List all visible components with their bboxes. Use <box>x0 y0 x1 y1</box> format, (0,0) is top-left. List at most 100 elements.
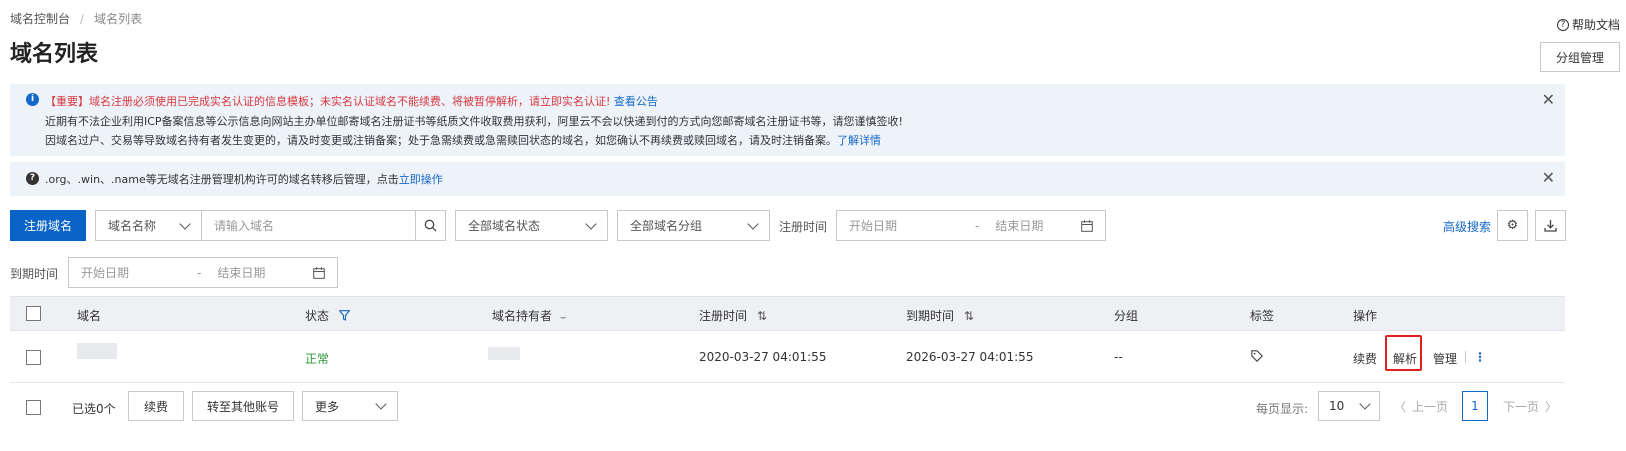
page-size-select[interactable]: 10 <box>1318 391 1380 421</box>
notice-important: i 【重要】域名注册必须使用已完成实名认证的信息模板；未实名认证域名不能续费、将… <box>10 84 1565 156</box>
select-all-checkbox[interactable] <box>26 306 41 321</box>
notice-transfer-text: .org、.win、.name等无域名注册管理机构许可的域名转移后管理，点击 <box>45 173 399 186</box>
footer-select-all-checkbox[interactable] <box>26 400 41 415</box>
table-header: 域名 状态 域名持有者 ⌣ 注册时间 ⇅ 到期时间 ⇅ 分组 标签 操作 <box>10 296 1565 331</box>
more-select-label: 更多 <box>315 399 340 414</box>
search-icon <box>424 219 437 232</box>
filter-icon[interactable] <box>338 310 351 321</box>
row-checkbox[interactable] <box>26 350 41 365</box>
chevron-left-icon: 〈 <box>1394 400 1407 414</box>
action-divider <box>1465 351 1466 363</box>
notice-transfer: ? .org、.win、.name等无域名注册管理机构许可的域名转移后管理，点击… <box>10 162 1565 196</box>
reg-time-value: 2020-03-27 04:01:55 <box>699 350 827 364</box>
expire-time-label: 到期时间 <box>10 267 59 281</box>
next-page-label: 下一页 <box>1503 400 1540 414</box>
col-group: 分组 <box>1114 309 1139 323</box>
group-manage-button[interactable]: 分组管理 <box>1540 42 1620 72</box>
breadcrumb-separator: / <box>80 12 85 26</box>
breadcrumb: 域名控制台 / 域名列表 <box>10 10 142 27</box>
tag-icon[interactable] <box>1251 350 1263 362</box>
expire-time-value: 2026-03-27 04:01:55 <box>906 350 1034 364</box>
search-field-select-value: 域名名称 <box>108 219 157 233</box>
close-icon[interactable]: ✕ <box>1542 170 1555 186</box>
domain-search-input[interactable]: 请输入域名 <box>201 210 416 241</box>
notice-line-3-text: 因域名过户、交易等导致域名持有者发生变更的，请及时变更或注销备案；处于急需续费或… <box>45 134 837 147</box>
status-text: 正常 <box>305 352 330 366</box>
sort-icon[interactable]: ⇅ <box>757 309 767 323</box>
selected-count: 已选0个 <box>72 402 116 416</box>
resolve-link[interactable]: 解析 <box>1393 350 1417 367</box>
manage-link[interactable]: 管理 <box>1433 350 1457 367</box>
breadcrumb-current: 域名列表 <box>94 12 143 26</box>
calendar-icon <box>1081 219 1093 232</box>
col-actions: 操作 <box>1353 309 1378 323</box>
status-select-value: 全部域名状态 <box>468 219 541 233</box>
owner-redacted <box>488 347 520 360</box>
settings-button[interactable]: ⚙ <box>1497 210 1528 241</box>
chevron-right-icon: 〉 <box>1545 400 1558 414</box>
search-placeholder: 请输入域名 <box>214 219 275 233</box>
info-icon: i <box>26 93 39 106</box>
table-footer: 已选0个 续费 转至其他账号 更多 每页显示: 10 〈 上一页 1 下一页 〉 <box>10 388 1565 428</box>
chevron-down-icon <box>585 217 597 230</box>
more-actions-icon[interactable]: ⋮ <box>1474 350 1486 364</box>
col-reg-time[interactable]: 注册时间 ⇅ <box>699 307 767 324</box>
group-select[interactable]: 全部域名分组 <box>617 210 770 241</box>
page-size-label: 每页显示: <box>1256 402 1309 416</box>
help-label: 帮助文档 <box>1571 18 1620 32</box>
col-tags: 标签 <box>1250 309 1275 323</box>
notice-line-1: 【重要】域名注册必须使用已完成实名认证的信息模板；未实名认证域名不能续费、将被暂… <box>45 93 658 109</box>
eye-off-icon[interactable]: ⌣ <box>560 312 567 323</box>
col-status: 状态 <box>305 307 351 324</box>
expire-end-date[interactable]: 结束日期 <box>217 264 265 281</box>
reg-start-date[interactable]: 开始日期 <box>849 217 897 234</box>
notice-announcement-link[interactable]: 查看公告 <box>614 95 658 108</box>
reg-date-range[interactable]: 开始日期 - 结束日期 <box>836 210 1106 241</box>
col-expire-time[interactable]: 到期时间 ⇅ <box>906 307 974 324</box>
breadcrumb-root[interactable]: 域名控制台 <box>10 12 70 26</box>
advanced-search-link[interactable]: 高级搜索 <box>1443 218 1491 235</box>
notice-transfer-line: .org、.win、.name等无域名注册管理机构许可的域名转移后管理，点击立即… <box>45 171 443 187</box>
question-icon: ? <box>26 172 39 185</box>
close-icon[interactable]: ✕ <box>1542 92 1555 108</box>
col-status-label: 状态 <box>305 309 330 323</box>
transfer-now-link[interactable]: 立即操作 <box>399 173 443 186</box>
transfer-account-button[interactable]: 转至其他账号 <box>192 391 294 421</box>
col-owner: 域名持有者 ⌣ <box>492 307 566 324</box>
page-title: 域名列表 <box>10 42 99 67</box>
notice-important-text: 【重要】域名注册必须使用已完成实名认证的信息模板；未实名认证域名不能续费、将被暂… <box>45 95 611 108</box>
search-field-select[interactable]: 域名名称 <box>95 210 202 241</box>
domain-name-redacted[interactable] <box>77 343 117 359</box>
chevron-down-icon <box>375 398 387 410</box>
search-button[interactable] <box>415 210 446 241</box>
reg-end-date[interactable]: 结束日期 <box>995 217 1043 234</box>
expire-date-range[interactable]: 开始日期 - 结束日期 <box>68 257 338 288</box>
download-button[interactable] <box>1535 210 1566 241</box>
next-page-button[interactable]: 下一页 〉 <box>1503 398 1557 415</box>
col-expire-time-label: 到期时间 <box>906 309 955 323</box>
page-1-button[interactable]: 1 <box>1462 391 1488 421</box>
sort-icon[interactable]: ⇅ <box>964 309 974 323</box>
status-select[interactable]: 全部域名状态 <box>455 210 608 241</box>
gear-icon: ⚙ <box>1506 218 1519 233</box>
prev-page-button[interactable]: 〈 上一页 <box>1394 398 1448 415</box>
more-select[interactable]: 更多 <box>302 391 398 421</box>
chevron-down-icon <box>179 217 191 230</box>
col-domain: 域名 <box>77 309 102 323</box>
chevron-down-icon <box>747 217 759 230</box>
table-row: 正常 2020-03-27 04:01:55 2026-03-27 04:01:… <box>10 331 1565 383</box>
calendar-icon <box>313 266 325 279</box>
help-docs-link[interactable]: ? 帮助文档 <box>1556 16 1620 33</box>
chevron-down-icon <box>1359 398 1371 410</box>
help-icon: ? <box>1556 18 1569 31</box>
group-select-value: 全部域名分组 <box>630 219 703 233</box>
batch-renew-button[interactable]: 续费 <box>128 391 184 421</box>
expire-start-date[interactable]: 开始日期 <box>81 264 129 281</box>
col-reg-time-label: 注册时间 <box>699 309 748 323</box>
col-owner-label: 域名持有者 <box>492 309 553 323</box>
download-icon <box>1544 220 1557 232</box>
register-domain-button[interactable]: 注册域名 <box>10 210 86 241</box>
learn-more-link[interactable]: 了解详情 <box>837 134 881 147</box>
reg-time-label: 注册时间 <box>779 220 828 234</box>
renew-link[interactable]: 续费 <box>1353 350 1377 367</box>
